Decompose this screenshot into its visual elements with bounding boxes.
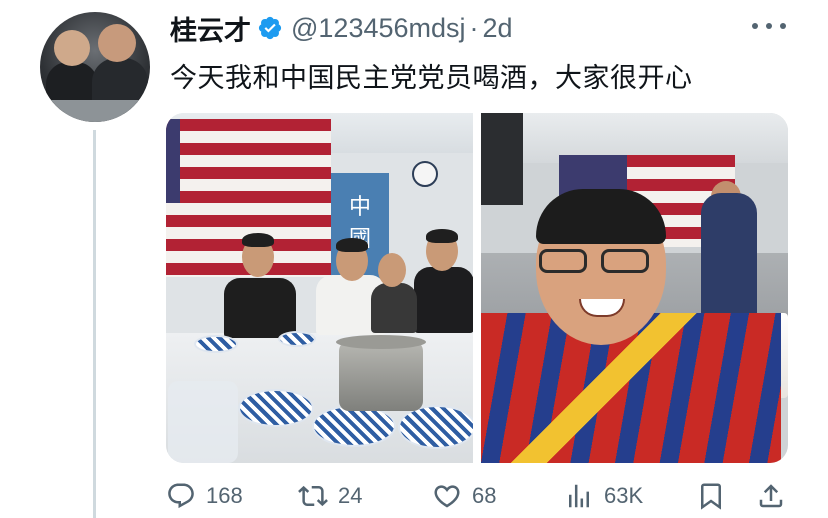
- more-icon[interactable]: [752, 12, 786, 40]
- avatar-figure-head: [54, 30, 90, 66]
- person-head: [378, 253, 406, 287]
- photo-left[interactable]: 中國: [166, 113, 473, 463]
- views-button[interactable]: 63K: [564, 478, 643, 514]
- bowl: [278, 331, 316, 347]
- pot-lid: [336, 335, 426, 349]
- tweet-timestamp[interactable]: 2d: [483, 13, 513, 44]
- reply-count: 168: [206, 483, 243, 508]
- person: [414, 267, 473, 333]
- views-count: 63K: [604, 483, 644, 508]
- person-hair: [242, 233, 274, 247]
- author-name[interactable]: 桂云才: [170, 9, 251, 48]
- views-icon: [564, 481, 594, 511]
- glasses: [539, 249, 659, 275]
- bookmark-icon: [696, 481, 726, 511]
- wall-clock: [412, 161, 438, 187]
- bowl: [398, 405, 473, 449]
- person: [371, 283, 417, 333]
- media-grid: 中國: [166, 113, 788, 463]
- cooking-pot: [339, 341, 423, 411]
- reply-icon: [166, 481, 196, 511]
- avatar-table: [40, 100, 150, 122]
- separator-dot: ·: [469, 12, 479, 43]
- verified-badge-icon: [257, 15, 283, 41]
- tweet-header: 桂云才 @123456mdsj · 2d: [170, 8, 513, 48]
- bowl: [238, 389, 314, 427]
- person: [224, 278, 296, 338]
- avatar-figure-head: [98, 24, 136, 62]
- retweet-count: 24: [338, 483, 363, 508]
- author-handle[interactable]: @123456mdsj: [291, 13, 466, 44]
- bowl: [194, 335, 238, 353]
- tweet-text: 今天我和中国民主党党员喝酒，大家很开心: [170, 63, 693, 93]
- author-avatar[interactable]: [40, 12, 150, 122]
- like-button[interactable]: 68: [432, 478, 496, 514]
- plastic-bag: [168, 381, 238, 463]
- like-icon: [432, 481, 462, 511]
- bookmark-button[interactable]: [696, 478, 726, 514]
- television: [481, 113, 523, 205]
- bowl: [312, 405, 396, 447]
- retweet-icon: [298, 481, 328, 511]
- share-button[interactable]: [756, 478, 786, 514]
- selfie-hair: [536, 189, 666, 244]
- thread-line: [93, 130, 96, 518]
- like-count: 68: [472, 483, 497, 508]
- action-bar: 168 24 68 63K: [166, 478, 790, 518]
- retweet-button[interactable]: 24: [298, 478, 362, 514]
- photo-right[interactable]: [481, 113, 788, 463]
- reply-button[interactable]: 168: [166, 478, 243, 514]
- person-hair: [426, 229, 458, 243]
- share-icon: [756, 481, 786, 511]
- person-hair: [336, 238, 368, 252]
